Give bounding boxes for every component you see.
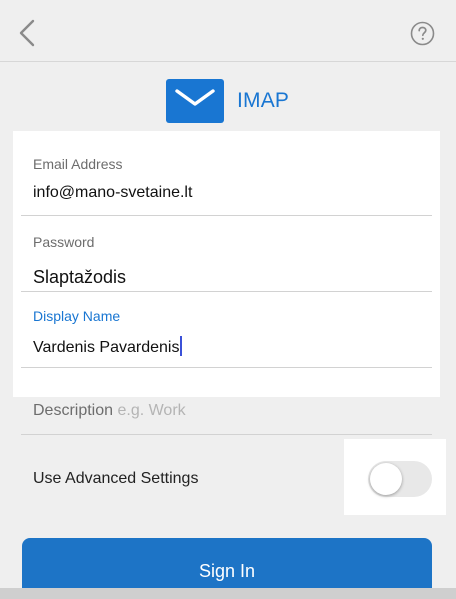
advanced-settings-toggle-area [344,439,446,515]
toggle-knob [370,463,402,495]
bottom-edge [0,588,456,599]
password-divider [21,291,432,292]
top-bar [0,0,456,62]
password-label: Password [33,234,95,250]
advanced-settings-toggle[interactable] [368,461,432,497]
description-label: Description [33,402,114,419]
description-placeholder: e.g. Work [117,402,186,419]
display-name-label: Display Name [33,308,121,324]
text-cursor [180,336,183,356]
description-divider [21,434,432,435]
description-field[interactable]: Description e.g. Work [33,402,186,420]
display-name-value: Vardenis Pavardenis [33,339,180,356]
account-type-header: IMAP [166,78,289,124]
display-name-field[interactable]: Vardenis Pavardenis [33,336,183,357]
email-field[interactable]: info@mano-svetaine.lt [33,184,192,202]
account-type-title: IMAP [237,89,290,112]
email-label: Email Address [33,156,123,172]
back-chevron-icon[interactable] [16,18,40,48]
envelope-icon [166,79,224,123]
email-divider [21,215,432,216]
help-icon[interactable] [410,21,435,46]
advanced-settings-label: Use Advanced Settings [33,470,199,487]
password-field[interactable]: Slaptažodis [33,267,126,288]
display-name-divider [21,367,432,368]
